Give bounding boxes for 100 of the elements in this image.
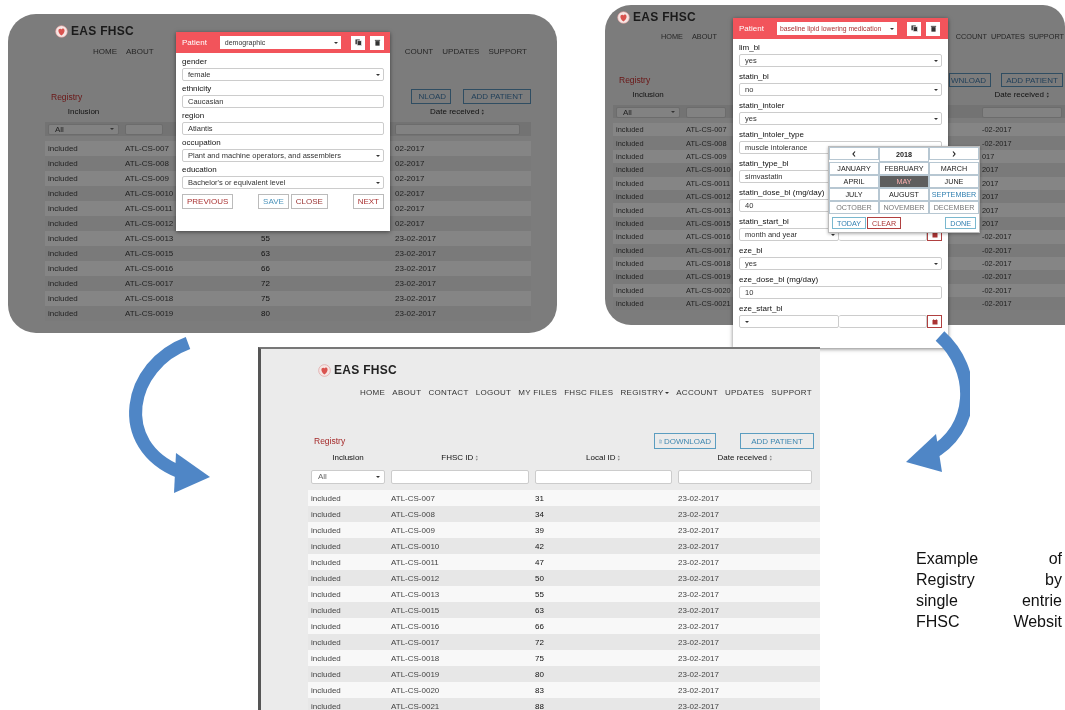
table-cell-text: ATL-CS-0020 — [390, 685, 440, 695]
table-cell-text: ATL-CS-0018 — [124, 294, 174, 303]
table-cell-text: included — [310, 621, 341, 631]
page-title: Registry — [51, 91, 83, 102]
table-cell-text: 23-02-2017 — [394, 294, 436, 303]
table-cell-text: 47 — [534, 557, 544, 567]
table-cell-text: 80 — [260, 309, 270, 318]
dialog-title: Patient — [182, 38, 208, 47]
field-label: statin_bl — [739, 72, 769, 82]
table-cell-text: 66 — [260, 264, 270, 273]
table-cell-text: 72 — [534, 637, 544, 647]
table-cell-text: included — [310, 637, 341, 647]
table-cell-text: 63 — [534, 605, 544, 615]
table-cell-text: included — [310, 701, 341, 710]
table-cell-text: included — [47, 279, 78, 288]
table-cell-text: 02-2017 — [394, 219, 425, 228]
table-cell-text: ATL-CS-008 — [390, 509, 435, 519]
table-cell-text: 23-02-2017 — [677, 509, 719, 519]
table-cell-text: included — [310, 557, 341, 567]
table-cell-text: 55 — [260, 234, 270, 243]
table-cell-text: ATL-CS-0015 — [390, 605, 440, 615]
field-label: statin_intoler_type — [739, 130, 804, 140]
table-cell-text: 02-2017 — [394, 159, 425, 168]
table-cell-text: 02-2017 — [394, 204, 425, 213]
table-cell-text: 23-02-2017 — [677, 621, 719, 631]
table-cell-text: 50 — [534, 573, 544, 583]
table-cell-text: included — [47, 189, 78, 198]
dialog-title: Patient — [739, 24, 765, 33]
table-cell-text: included — [47, 234, 78, 243]
table-cell-text: included — [310, 525, 341, 535]
table-cell-text: 23-02-2017 — [677, 701, 719, 710]
table-cell-text: 39 — [534, 525, 544, 535]
field-label: statin_intoler — [739, 101, 785, 111]
table-cell-text: 23-02-2017 — [394, 249, 436, 258]
table-cell-text: 23-02-2017 — [677, 525, 719, 535]
table-cell-text: 23-02-2017 — [394, 309, 436, 318]
table-cell-text: ATL-CS-0019 — [390, 669, 440, 679]
field-label: eze_bl — [739, 246, 763, 256]
field-label: statin_dose_bl (mg/day) — [739, 188, 825, 198]
table-cell-text: included — [47, 249, 78, 258]
table-cell-text: 72 — [260, 279, 270, 288]
table-cell-text: ATL-CS-0017 — [390, 637, 440, 647]
field-label: eze_start_bl — [739, 304, 783, 314]
table-cell-text: 83 — [534, 685, 544, 695]
table-cell-text: ATL-CS-007 — [124, 144, 169, 153]
field-label: region — [182, 111, 205, 121]
table-cell-text: 34 — [534, 509, 544, 519]
table-cell-text: 23-02-2017 — [677, 493, 719, 503]
table-cell-text: 23-02-2017 — [677, 605, 719, 615]
table-cell-text: 23-02-2017 — [394, 279, 436, 288]
table-cell-text: 23-02-2017 — [677, 637, 719, 647]
table-cell-text: 02-2017 — [394, 144, 425, 153]
field-label: lim_bl — [739, 43, 760, 53]
table-cell-text: 23-02-2017 — [394, 234, 436, 243]
table-cell-text: ATL-CS-009 — [124, 174, 169, 183]
table-cell-text: ATL-CS-0021 — [390, 701, 440, 710]
table-cell-text: 75 — [260, 294, 270, 303]
table-cell-text: included — [310, 669, 341, 679]
table-cell-text: included — [310, 605, 341, 615]
table-cell-text: included — [310, 493, 341, 503]
caption-text: Example of Registry by single entrie FHSC Websit — [916, 549, 1062, 632]
table-cell-text: ATL-CS-0011 — [124, 204, 173, 213]
table-cell-text: ATL-CS-0010 — [124, 189, 174, 198]
table-cell-text: 23-02-2017 — [677, 653, 719, 663]
field-label: gender — [182, 57, 207, 67]
table-cell-text: 80 — [534, 669, 544, 679]
table-cell-text: included — [47, 219, 78, 228]
page-title: Registry — [619, 75, 651, 85]
table-cell-text: 63 — [260, 249, 270, 258]
table-cell-text: 02-2017 — [394, 174, 425, 183]
table-cell-text: included — [310, 685, 341, 695]
table-cell-text: 23-02-2017 — [677, 573, 719, 583]
table-cell-text: included — [47, 174, 78, 183]
table-cell-text: ATL-CS-008 — [124, 159, 169, 168]
table-cell-text: 23-02-2017 — [677, 541, 719, 551]
table-cell-text: 55 — [534, 589, 544, 599]
table-cell-text: 23-02-2017 — [677, 589, 719, 599]
table-cell-text: included — [47, 144, 78, 153]
table-cell-text: 75 — [534, 653, 544, 663]
page-title: Registry — [314, 436, 346, 446]
table-cell-text: included — [310, 541, 341, 551]
field-label: ethnicity — [182, 84, 212, 94]
table-cell-text: included — [310, 589, 341, 599]
table-cell-text: ATL-CS-0011 — [390, 557, 439, 567]
table-cell-text: ATL-CS-0010 — [390, 541, 440, 551]
table-cell-text: included — [47, 309, 78, 318]
table-cell-text: included — [47, 264, 78, 273]
table-cell-text: included — [47, 159, 78, 168]
field-label: occupation — [182, 138, 221, 148]
table-cell-text: ATL-CS-0016 — [124, 264, 174, 273]
table-cell-text: 42 — [534, 541, 544, 551]
table-cell-text: ATL-CS-0015 — [124, 249, 174, 258]
table-cell-text: included — [310, 509, 341, 519]
table-cell-text: included — [47, 204, 78, 213]
table-cell-text: included — [47, 294, 78, 303]
table-cell-text: ATL-CS-0013 — [124, 234, 174, 243]
field-label: statin_start_bl — [739, 217, 789, 227]
table-cell-text: 23-02-2017 — [677, 685, 719, 695]
table-cell-text: ATL-CS-0018 — [390, 653, 440, 663]
table-cell-text: 23-02-2017 — [677, 669, 719, 679]
